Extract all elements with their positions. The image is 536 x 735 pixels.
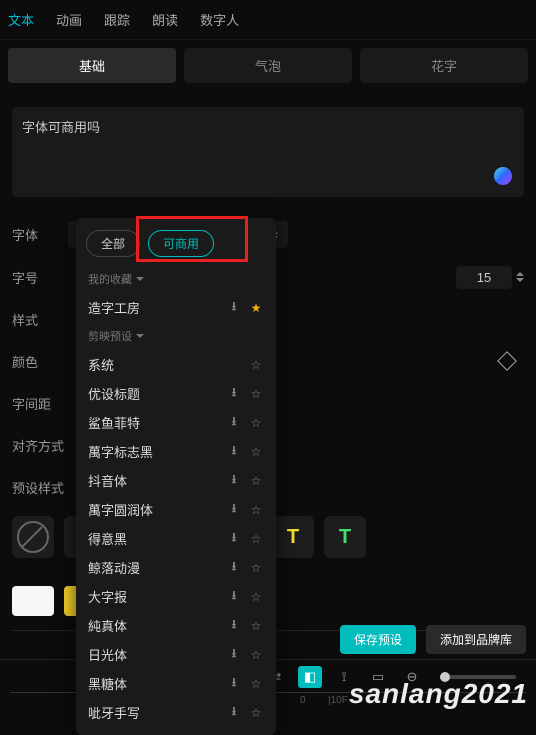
font-option[interactable]: 造字工房⭳★ — [76, 293, 276, 322]
download-icon[interactable]: ⭳ — [226, 647, 242, 663]
font-option[interactable]: 純真体⭳☆ — [76, 611, 276, 640]
download-icon[interactable]: ⭳ — [226, 676, 242, 692]
sub-tabs: 基础 气泡 花字 — [0, 40, 536, 91]
font-option[interactable]: 黑糖体⭳☆ — [76, 669, 276, 698]
tab-track[interactable]: 跟踪 — [104, 10, 130, 29]
subtab-bubble[interactable]: 气泡 — [184, 48, 352, 83]
text-content-box[interactable]: 字体可商用吗 — [12, 107, 524, 197]
star-icon[interactable]: ☆ — [248, 560, 264, 576]
download-icon[interactable]: ⭳ — [226, 386, 242, 402]
download-icon[interactable]: ⭳ — [226, 473, 242, 489]
star-icon[interactable]: ★ — [248, 300, 264, 316]
zoom-in-icon[interactable]: ⊕ — [532, 666, 536, 688]
section-presets[interactable]: 剪映预设 — [76, 322, 276, 350]
font-option[interactable]: 呲牙手写⭳☆ — [76, 698, 276, 727]
download-icon[interactable]: ⭳ — [226, 531, 242, 547]
font-option[interactable]: 得意黑⭳☆ — [76, 524, 276, 553]
font-option[interactable]: 鲨鱼菲特⭳☆ — [76, 408, 276, 437]
font-option[interactable]: 日光体⭳☆ — [76, 640, 276, 669]
filter-all[interactable]: 全部 — [86, 230, 140, 257]
section-favorites[interactable]: 我的收藏 — [76, 265, 276, 293]
download-icon[interactable]: ⭳ — [226, 589, 242, 605]
star-icon[interactable]: ☆ — [248, 444, 264, 460]
subtab-basic[interactable]: 基础 — [8, 48, 176, 83]
tab-text[interactable]: 文本 — [8, 10, 34, 29]
font-option[interactable]: 优设标题⭳☆ — [76, 379, 276, 408]
star-icon[interactable]: ☆ — [248, 473, 264, 489]
star-icon[interactable]: ☆ — [248, 705, 264, 721]
tool-link-icon[interactable]: ⟟ — [332, 666, 356, 688]
text-content: 字体可商用吗 — [22, 120, 100, 135]
font-option[interactable]: 系统☆ — [76, 350, 276, 379]
zoom-slider[interactable] — [440, 675, 516, 679]
star-icon[interactable]: ☆ — [248, 531, 264, 547]
style-tile[interactable]: T — [272, 516, 314, 558]
download-icon[interactable]: ⭳ — [226, 300, 242, 316]
font-option[interactable]: 抖音体⭳☆ — [76, 466, 276, 495]
download-icon[interactable]: ⭳ — [226, 444, 242, 460]
star-icon[interactable]: ☆ — [248, 647, 264, 663]
color-tile[interactable] — [12, 586, 54, 616]
download-icon[interactable]: ⭳ — [226, 560, 242, 576]
star-icon[interactable]: ☆ — [248, 357, 264, 373]
zoom-out-icon[interactable]: ⊖ — [400, 666, 424, 688]
download-icon[interactable]: ⭳ — [226, 705, 242, 721]
style-tile[interactable] — [12, 516, 54, 558]
size-input[interactable]: 15 — [456, 266, 512, 289]
star-icon[interactable]: ☆ — [248, 589, 264, 605]
tab-read[interactable]: 朗读 — [152, 10, 178, 29]
tool-preview-icon[interactable]: ▭ — [366, 666, 390, 688]
star-icon[interactable]: ☆ — [248, 386, 264, 402]
color-ball-icon[interactable] — [494, 167, 512, 185]
font-dropdown: 全部 可商用 我的收藏 造字工房⭳★ 剪映预设 系统☆优设标题⭳☆鲨鱼菲特⭳☆萬… — [76, 218, 276, 735]
font-option[interactable]: 萬字圆润体⭳☆ — [76, 495, 276, 524]
tab-anim[interactable]: 动画 — [56, 10, 82, 29]
download-icon[interactable]: ⭳ — [226, 415, 242, 431]
spinner-icon[interactable] — [516, 271, 524, 283]
font-option[interactable]: 萬字标志黑⭳☆ — [76, 437, 276, 466]
download-icon[interactable]: ⭳ — [226, 618, 242, 634]
style-tile[interactable]: T — [324, 516, 366, 558]
tab-avatar[interactable]: 数字人 — [200, 10, 239, 29]
filter-commercial[interactable]: 可商用 — [148, 230, 214, 257]
subtab-fancy[interactable]: 花字 — [360, 48, 528, 83]
star-icon[interactable]: ☆ — [248, 618, 264, 634]
star-icon[interactable]: ☆ — [248, 415, 264, 431]
top-tabs: 文本 动画 跟踪 朗读 数字人 — [0, 0, 536, 40]
font-option[interactable]: 鲸落动漫⭳☆ — [76, 553, 276, 582]
download-icon[interactable]: ⭳ — [226, 502, 242, 518]
add-brand-button[interactable]: 添加到品牌库 — [426, 625, 526, 654]
font-option[interactable]: 大字报⭳☆ — [76, 582, 276, 611]
save-preset-button[interactable]: 保存预设 — [340, 625, 416, 654]
star-icon[interactable]: ☆ — [248, 502, 264, 518]
tool-magnet-icon[interactable]: ◧ — [298, 666, 322, 688]
diamond-icon[interactable] — [497, 351, 517, 371]
star-icon[interactable]: ☆ — [248, 676, 264, 692]
